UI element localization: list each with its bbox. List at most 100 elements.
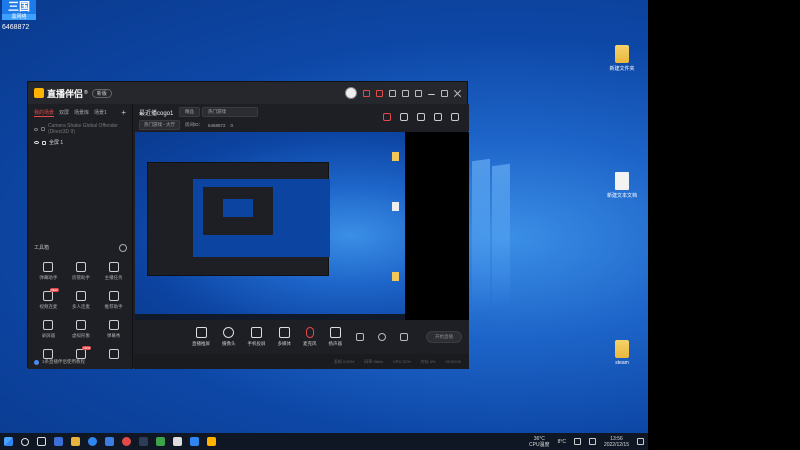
desktop-icon-document[interactable]: 新建文本文档	[602, 172, 642, 199]
tool-extra-3[interactable]	[97, 349, 130, 362]
live-companion-taskbar-icon[interactable]	[207, 437, 216, 446]
system-tray: 36°C CPU温度 8°C 13:56 2022/12/15	[529, 436, 644, 448]
tab-scene-library[interactable]: 场景库	[74, 109, 89, 116]
category-select[interactable]: 热门游戏 - 大厅	[139, 120, 180, 130]
avatar[interactable]	[345, 87, 357, 99]
app-icon-gray[interactable]	[173, 437, 182, 446]
app-icon-blue[interactable]	[190, 437, 199, 446]
play-icon	[278, 327, 290, 338]
desktop-icon-steam[interactable]: steam	[602, 340, 642, 366]
tutorial-tip[interactable]: 1条直播伴侣使用教程	[34, 359, 85, 365]
room-id-label: 房间ID：	[185, 122, 203, 127]
app-icon[interactable]	[122, 437, 131, 446]
tool-streamer-tasks[interactable]: 主播任务	[97, 262, 130, 281]
version-pill[interactable]: 新版	[91, 88, 112, 98]
tool-recorder[interactable]: 录屏器	[32, 320, 65, 339]
toolbox-title: 工具箱	[34, 245, 50, 251]
tool-multi-link[interactable]: 多人连麦	[65, 291, 98, 310]
weather-widget[interactable]: 36°C CPU温度	[529, 436, 550, 448]
desktop-icon-folder[interactable]: 新建文件夹	[602, 45, 642, 72]
control-label: 摄像头	[222, 341, 236, 346]
camera-button[interactable]: 摄像头	[222, 327, 236, 347]
search-icon[interactable]	[21, 437, 29, 446]
status-duration: 00:00:00	[445, 359, 461, 364]
share-icon[interactable]	[451, 113, 459, 121]
volume-icon[interactable]	[588, 438, 596, 445]
add-scene-button[interactable]: +	[121, 108, 126, 117]
tool-label: 录屏器	[41, 333, 56, 338]
tool-label: 弹幕秀	[106, 333, 121, 338]
store-icon[interactable]	[105, 437, 114, 446]
speaker-button[interactable]: 扬声器	[328, 327, 343, 347]
tool-danmu-helper[interactable]: 弹幕助手	[32, 262, 65, 281]
folder-icon	[392, 152, 399, 161]
mail-icon[interactable]	[389, 89, 396, 97]
room-id: 6468872	[208, 122, 226, 128]
phone-cast-button[interactable]: 手机投屏	[248, 327, 266, 347]
task-view-icon[interactable]	[37, 437, 46, 446]
file-explorer-icon[interactable]	[71, 437, 80, 446]
layout-icon[interactable]	[417, 113, 425, 121]
minimize-icon[interactable]	[428, 91, 435, 95]
microphone-button[interactable]: 麦克风	[303, 327, 317, 347]
lock-icon[interactable]	[400, 113, 408, 121]
wallpaper-beam	[472, 158, 490, 312]
tool-room-admin[interactable]: 房管助手	[65, 262, 98, 281]
edge-icon[interactable]	[88, 437, 97, 446]
clock[interactable]: 13:56 2022/12/15	[604, 436, 629, 448]
room-tag-chip[interactable]: 精品	[179, 107, 200, 117]
eye-icon[interactable]	[34, 127, 39, 131]
maximize-icon[interactable]	[441, 89, 448, 97]
tab-scene-1[interactable]: 场景1	[94, 109, 107, 116]
tool-video-link[interactable]: NEW 视频连麦	[32, 288, 65, 310]
clock-icon[interactable]	[378, 333, 386, 341]
live-companion-window[interactable]: 直播伴侣 ® 新版 我的场景 双屏 场景库 场景1 + Camera Shake…	[27, 81, 469, 369]
record-icon[interactable]	[356, 333, 364, 341]
toolbox-grid: 弹幕助手 房管助手 主播任务 NEW 视频连麦 多人连麦 推荐助手 录屏器 虚拟形…	[32, 262, 130, 362]
tab-my-scenes[interactable]: 我的场景	[34, 109, 55, 117]
message-icon[interactable]	[376, 89, 383, 97]
steam-icon[interactable]	[139, 437, 148, 446]
new-badge: NEW	[82, 346, 92, 350]
widgets-icon[interactable]	[54, 437, 63, 446]
control-label: 手机投屏	[247, 341, 266, 346]
app-icon-green[interactable]	[156, 437, 165, 446]
title-bar[interactable]: 直播伴侣 ® 新版	[28, 82, 467, 104]
control-label: 多媒体	[277, 341, 292, 346]
lock-icon[interactable]	[42, 140, 46, 145]
toolbox-header: 工具箱	[28, 244, 133, 252]
tab-dual-screen[interactable]: 双屏	[59, 109, 69, 116]
category-chip[interactable]: 热门游戏	[202, 107, 258, 117]
screen-capture-button[interactable]: 直播推屏	[192, 327, 210, 347]
live-preview[interactable]	[135, 132, 469, 320]
settings-icon[interactable]	[402, 89, 409, 97]
shop-icon[interactable]	[383, 113, 391, 121]
likes-count: 0	[230, 122, 234, 128]
phone-icon	[251, 327, 262, 338]
tool-danmu-show[interactable]: 弹幕秀	[97, 320, 130, 339]
menu-icon[interactable]	[415, 89, 422, 97]
media-button[interactable]: 多媒体	[277, 327, 292, 347]
more-icon[interactable]	[119, 244, 127, 252]
watermark-id: 6468872	[2, 24, 30, 31]
gift-icon[interactable]	[363, 89, 370, 97]
tool-recommend[interactable]: 推荐助手	[97, 291, 130, 310]
source-row[interactable]: 全屏 1	[28, 137, 132, 148]
notification-icon[interactable]	[637, 438, 644, 445]
gear-icon[interactable]	[400, 333, 408, 341]
temperature: 8°C	[557, 438, 566, 445]
upload-icon	[108, 349, 119, 359]
close-icon[interactable]	[454, 90, 461, 97]
room-title[interactable]: 最近播cogo1	[139, 108, 173, 117]
start-live-button[interactable]: 开始直播	[426, 331, 462, 343]
eye-icon[interactable]	[34, 141, 39, 144]
bell-icon[interactable]	[434, 113, 442, 121]
lock-icon[interactable]	[41, 127, 45, 131]
windows-start-icon[interactable]	[4, 437, 13, 446]
source-row[interactable]: Camera Shake Global Offender (Direct3D 9…	[28, 121, 132, 137]
control-label: 麦克风	[303, 341, 317, 346]
control-label: 扬声器	[328, 341, 343, 346]
source-label: 全屏 1	[49, 140, 64, 146]
tool-avatar[interactable]: 虚拟形象	[65, 320, 98, 339]
network-icon[interactable]	[573, 438, 581, 445]
